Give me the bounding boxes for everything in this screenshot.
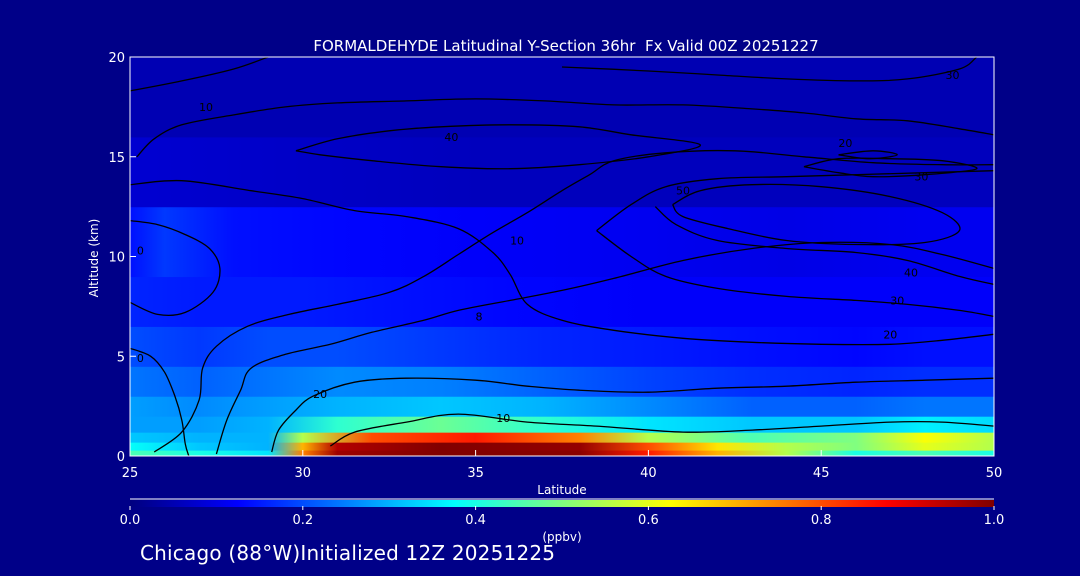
y-tick-label: 10 [108, 251, 125, 266]
field-band [130, 396, 994, 417]
contour-label: 10 [496, 412, 510, 425]
concentration-field [130, 57, 994, 456]
contour-label: 50 [676, 185, 690, 198]
contour-label: 40 [904, 266, 918, 279]
x-tick-label: 40 [640, 466, 657, 481]
contour-label: 20 [838, 137, 852, 150]
init-time-caption: Chicago (88°W)Initialized 12Z 20251225 [140, 541, 556, 565]
field-band [130, 326, 994, 367]
colorbar: 0.0 0.2 0.4 0.6 0.8 1.0 (ppbv) [120, 498, 1005, 544]
y-axis-label: Altitude (km) [87, 219, 101, 298]
y-tick-label: 0 [117, 450, 125, 465]
colorbar-tick-label: 0.2 [292, 513, 313, 528]
contour-label: 20 [883, 328, 897, 341]
chart-figure: FORMALDEHYDE Latitudinal Y-Section 36hr … [87, 37, 1005, 544]
colorbar-tick-label: 1.0 [984, 513, 1005, 528]
colorbar-tick-label: 0.8 [811, 513, 832, 528]
y-tick-label: 15 [108, 151, 125, 166]
x-tick-label: 25 [122, 466, 139, 481]
contour-label: 8 [476, 310, 483, 323]
contour-label: 30 [946, 69, 960, 82]
contour-label: 30 [914, 171, 928, 184]
x-tick-label: 50 [986, 466, 1003, 481]
x-tick-label: 30 [295, 466, 312, 481]
x-tick-label: 45 [813, 466, 830, 481]
contour-label: 40 [444, 131, 458, 144]
contour-label: 10 [510, 235, 524, 248]
contour-label: 30 [890, 294, 904, 307]
x-axis-label: Latitude [537, 483, 586, 497]
field-band [130, 136, 994, 208]
field-band [130, 432, 994, 443]
y-tick-label: 20 [108, 51, 125, 66]
colorbar-ticks: 0.0 0.2 0.4 0.6 0.8 1.0 [120, 506, 1005, 528]
y-tick-label: 5 [117, 350, 125, 365]
colorbar-tick-label: 0.6 [638, 513, 659, 528]
x-tick-label: 35 [467, 466, 484, 481]
colorbar-tick-label: 0.0 [120, 513, 141, 528]
contour-label: 0 [137, 245, 144, 258]
colorbar-tick-label: 0.4 [465, 513, 486, 528]
field-band [130, 276, 994, 327]
contour-label: 0 [137, 352, 144, 365]
contour-label: 10 [199, 101, 213, 114]
field-band [130, 442, 994, 451]
colorbar-ramp [130, 500, 994, 507]
contour-label: 20 [313, 388, 327, 401]
chart-title: FORMALDEHYDE Latitudinal Y-Section 36hr … [313, 37, 818, 55]
field-band [130, 206, 994, 278]
